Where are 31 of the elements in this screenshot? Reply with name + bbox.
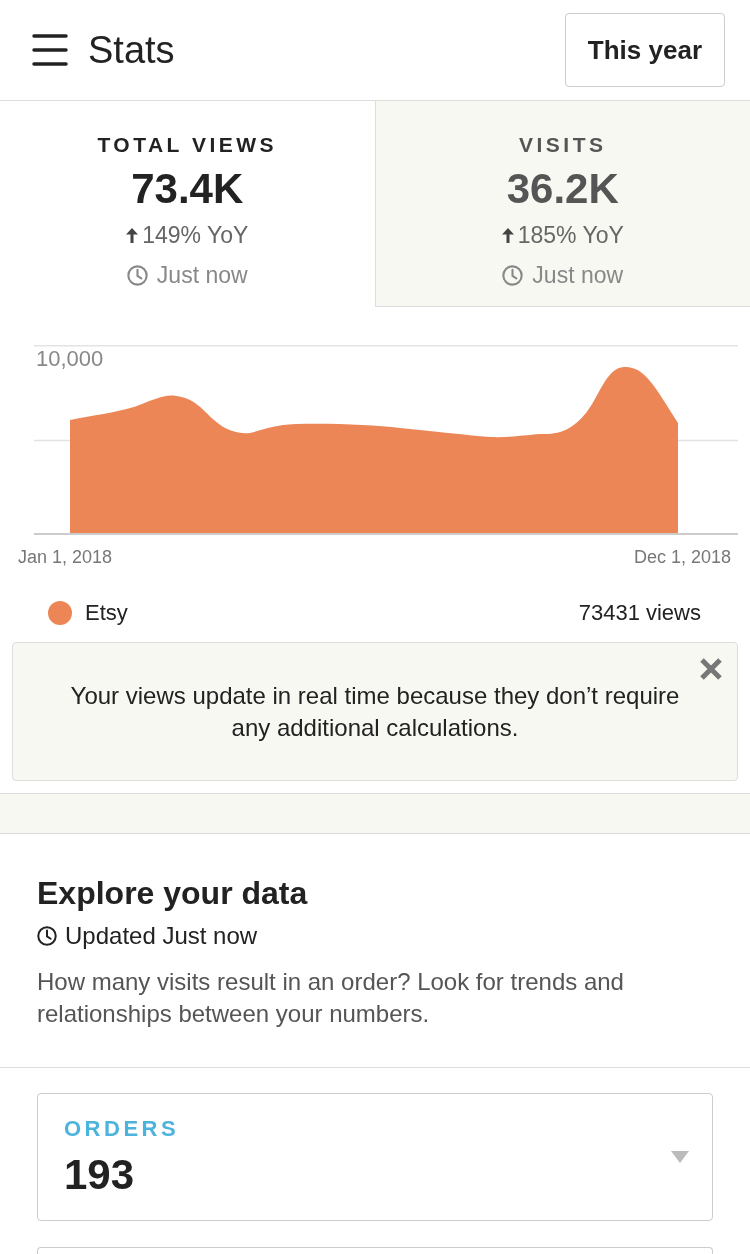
updated-text: Just now [532,261,624,290]
page-title: Stats [88,28,175,72]
caret-down-icon [671,1151,689,1163]
metric-label: TOTAL VIEWS [97,132,278,158]
notice-text: Your views update in real time because they don’t require any additional calculations. [69,681,681,743]
metric-select[interactable]: ORDERS 193 [37,1093,713,1221]
metric-tab[interactable]: VISITS 36.2K 185% YoY Just now [374,101,750,307]
legend-total: 73431 views [578,599,701,627]
legend-label: Etsy [85,599,128,627]
clock-icon [126,264,148,286]
metric-label: VISITS [519,132,607,158]
arrow-up-icon [126,227,139,243]
change-text: 149% YoY [142,221,249,250]
metric-value: 193 [64,1151,136,1199]
axis-label: 10,000 [36,347,104,371]
metric-label: ORDERS [64,1115,180,1143]
close-icon[interactable] [700,658,722,680]
period-button[interactable]: This year [564,13,725,87]
updated-text: Just now [156,261,248,290]
metric-value: 73.4K [131,164,244,214]
clock-icon [502,264,524,286]
change-text: 185% YoY [517,221,624,250]
axis-label: Jan 1, 2018 [18,547,113,567]
section-description: How many visits result in an order? Look for trends and relationships between your numbers. [37,967,625,1029]
clock-icon [37,926,57,946]
updated-text: Updated Just now [65,921,258,951]
arrow-up-icon [501,227,514,243]
metric-value: 36.2K [506,164,619,214]
menu-icon[interactable] [32,34,68,66]
axis-label: Dec 1, 2018 [633,547,731,567]
section-title: Explore your data [37,874,309,912]
